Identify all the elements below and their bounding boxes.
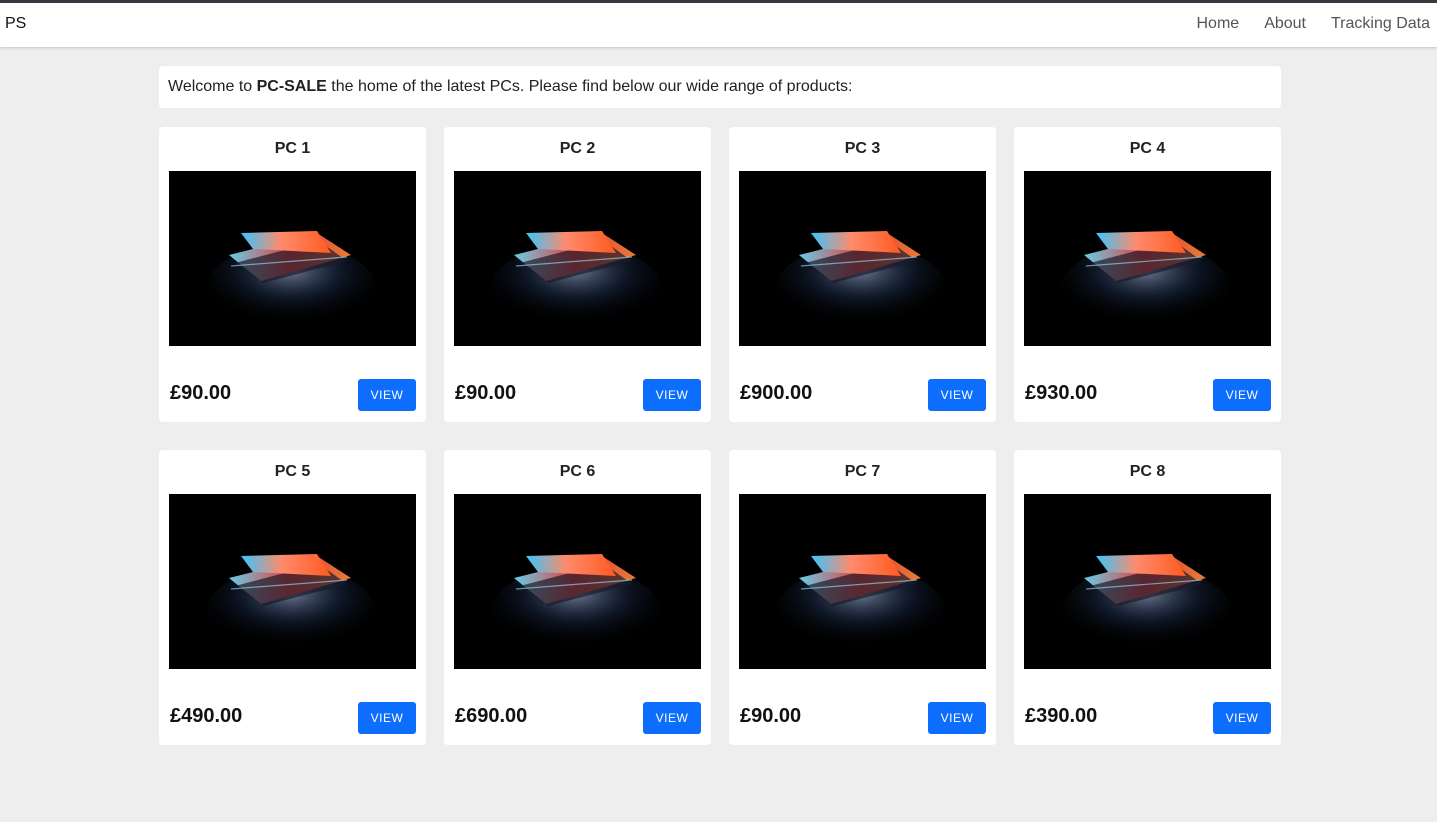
product-card: PC 6 £690.00 VIEW — [444, 450, 711, 745]
product-title: PC 7 — [844, 463, 881, 480]
product-card: PC 2 £90.00 VIEW — [444, 127, 711, 422]
product-price: £90.00 — [455, 382, 517, 404]
welcome-banner: Welcome to PC-SALE the home of the lates… — [159, 66, 1281, 108]
product-price: £390.00 — [1025, 705, 1098, 727]
nav-home-link[interactable]: Home — [1197, 15, 1240, 33]
product-title: PC 3 — [844, 140, 881, 157]
view-button[interactable]: VIEW — [643, 702, 701, 734]
welcome-brand: PC-SALE — [256, 78, 327, 95]
product-title: PC 1 — [274, 140, 311, 157]
product-title: PC 4 — [1129, 140, 1166, 157]
product-price: £90.00 — [170, 382, 232, 404]
laptop-image — [169, 494, 416, 669]
view-button[interactable]: VIEW — [1213, 379, 1271, 411]
view-button[interactable]: VIEW — [358, 379, 416, 411]
navbar: PS Home About Tracking Data — [0, 0, 1437, 47]
product-title: PC 5 — [274, 463, 311, 480]
product-title: PC 8 — [1129, 463, 1166, 480]
product-card: PC 4 £930.00 VIEW — [1014, 127, 1281, 422]
product-price: £930.00 — [1025, 382, 1098, 404]
product-title: PC 6 — [559, 463, 596, 480]
welcome-suffix: the home of the latest PCs. Please find … — [326, 78, 853, 95]
product-price: £490.00 — [170, 705, 243, 727]
laptop-image — [1024, 171, 1271, 346]
product-price: £900.00 — [740, 382, 813, 404]
view-button[interactable]: VIEW — [1213, 702, 1271, 734]
view-button[interactable]: VIEW — [928, 702, 986, 734]
brand-link[interactable]: PS — [5, 15, 26, 33]
product-title: PC 2 — [559, 140, 596, 157]
nav-tracking-data-link[interactable]: Tracking Data — [1331, 15, 1430, 33]
view-button[interactable]: VIEW — [643, 379, 701, 411]
nav-about-link[interactable]: About — [1264, 15, 1306, 33]
laptop-image — [169, 171, 416, 346]
product-price: £90.00 — [740, 705, 802, 727]
product-card: PC 5 £490.00 VIEW — [159, 450, 426, 745]
view-button[interactable]: VIEW — [358, 702, 416, 734]
laptop-image — [739, 171, 986, 346]
product-price: £690.00 — [455, 705, 528, 727]
nav-links: Home About Tracking Data — [1172, 15, 1431, 33]
view-button[interactable]: VIEW — [928, 379, 986, 411]
product-card: PC 8 £390.00 VIEW — [1014, 450, 1281, 745]
product-card: PC 3 £900.00 VIEW — [729, 127, 996, 422]
laptop-image — [739, 494, 986, 669]
laptop-image — [454, 171, 701, 346]
laptop-image — [454, 494, 701, 669]
product-card: PC 1 £90.00 VIEW — [159, 127, 426, 422]
laptop-image — [1024, 494, 1271, 669]
product-card: PC 7 £90.00 VIEW — [729, 450, 996, 745]
welcome-prefix: Welcome to — [168, 78, 257, 95]
